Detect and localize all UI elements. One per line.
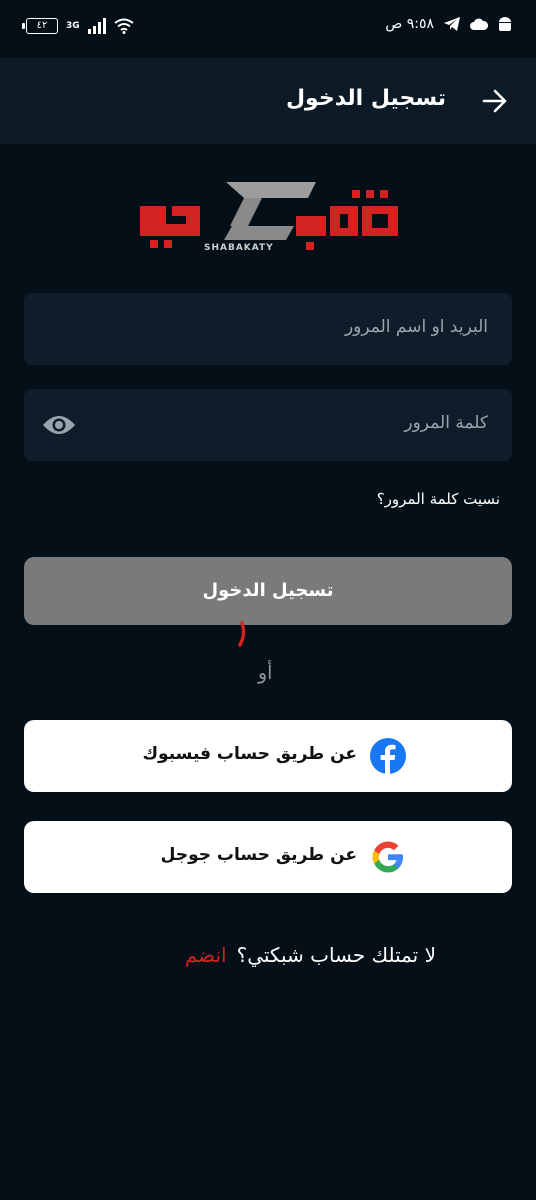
- app-bar: تسجيل الدخول: [0, 58, 536, 144]
- telegram-icon: [444, 17, 460, 31]
- cloud-icon: [470, 18, 488, 30]
- signal-icon: [87, 18, 106, 34]
- facebook-login-label: عن طريق حساب فيسبوك: [142, 744, 357, 764]
- password-placeholder: كلمة المرور: [404, 413, 488, 433]
- no-account-text: لا تمتلك حساب شبكتي؟: [236, 943, 436, 967]
- shabakaty-logo: SHABAKATY: [140, 182, 398, 253]
- password-field[interactable]: كلمة المرور: [24, 389, 512, 461]
- clock: ٩:٥٨ ص: [385, 16, 434, 32]
- battery-level: ٤٢: [36, 20, 48, 31]
- battery-icon: ٤٢: [22, 18, 58, 34]
- network-type: 3G: [66, 21, 80, 31]
- forgot-password-link[interactable]: نسيت كلمة المرور؟: [377, 490, 500, 508]
- facebook-icon: [370, 738, 406, 774]
- google-login-label: عن طريق حساب جوجل: [160, 845, 357, 865]
- google-login-button[interactable]: عن طريق حساب جوجل: [24, 821, 512, 893]
- status-icons-right: ٩:٥٨ ص: [385, 16, 512, 32]
- loading-spinner-icon: [238, 621, 246, 647]
- wifi-icon: [114, 18, 134, 34]
- google-icon: [372, 841, 403, 873]
- login-button[interactable]: تسجيل الدخول: [24, 557, 512, 625]
- signup-prompt: لا تمتلك حساب شبكتي؟ انضم: [185, 943, 436, 967]
- facebook-login-button[interactable]: عن طريق حساب فيسبوك: [24, 720, 512, 792]
- email-placeholder: البريد او اسم المرور: [344, 317, 488, 337]
- android-icon: [499, 17, 511, 31]
- status-icons-left: ٤٢ 3G: [22, 18, 134, 34]
- or-separator: أو: [258, 662, 273, 684]
- join-link[interactable]: انضم: [185, 943, 227, 967]
- eye-icon[interactable]: [42, 413, 76, 437]
- arrow-right-icon[interactable]: [482, 88, 508, 114]
- logo-subtitle: SHABAKATY: [204, 243, 274, 253]
- email-field[interactable]: البريد او اسم المرور: [24, 293, 512, 365]
- page-title: تسجيل الدخول: [285, 86, 446, 111]
- status-bar: ٤٢ 3G ٩:٥٨ ص: [0, 0, 536, 58]
